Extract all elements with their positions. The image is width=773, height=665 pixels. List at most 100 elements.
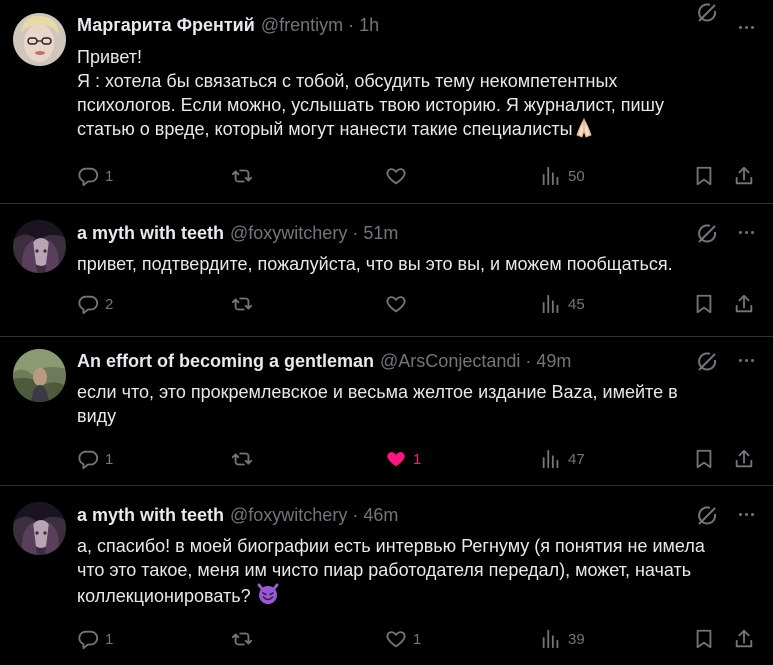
liked-heart-icon <box>387 452 405 467</box>
views-count: 50 <box>568 167 585 185</box>
folded-hands-emoji <box>573 117 595 145</box>
tweet[interactable]: a myth with teeth @foxywitchery · 51m пр… <box>0 204 773 337</box>
views-icon <box>542 294 559 314</box>
share-button[interactable] <box>733 626 755 652</box>
bookmark-icon <box>696 294 712 314</box>
tweet[interactable]: An effort of becoming a gentleman @ArsCo… <box>0 337 773 485</box>
tweet-line: что это такое, меня им чисто пиар работо… <box>77 560 692 580</box>
more-icon[interactable] <box>735 16 757 38</box>
share-button[interactable] <box>733 446 755 472</box>
more-icon[interactable] <box>735 503 757 525</box>
tweet-text: Привет! Я : хотела бы связаться с тобой,… <box>77 45 747 145</box>
timestamp[interactable]: 49m <box>536 351 571 372</box>
retweet-icon <box>231 452 253 466</box>
tweet-line: статью о вреде, который могут нанести та… <box>77 119 573 139</box>
tweet-line: виду <box>77 406 117 426</box>
share-icon <box>735 166 753 185</box>
reply-count: 1 <box>105 450 114 468</box>
tweet[interactable]: a myth with teeth @foxywitchery · 46m а,… <box>0 486 773 665</box>
bookmark-button[interactable] <box>693 163 715 189</box>
reply-icon <box>78 450 99 470</box>
timestamp[interactable]: 46m <box>363 505 398 526</box>
tweet-line: а, спасибо! в моей биографии есть интерв… <box>77 536 705 556</box>
reply-button[interactable]: 1 <box>77 626 113 652</box>
like-icon <box>386 296 406 313</box>
like-button[interactable] <box>385 163 413 189</box>
views-count: 45 <box>568 295 585 313</box>
like-count: 1 <box>413 630 422 648</box>
views-icon <box>542 629 559 649</box>
retweet-icon <box>231 297 253 311</box>
author-handle[interactable]: @frentiym <box>261 15 343 36</box>
views-icon <box>542 166 559 186</box>
author-handle[interactable]: @foxywitchery <box>230 223 347 244</box>
bookmark-button[interactable] <box>693 291 715 317</box>
tweet-text: а, спасибо! в моей биографии есть интерв… <box>77 534 747 612</box>
reply-count: 1 <box>105 630 114 648</box>
retweet-button[interactable] <box>231 626 259 652</box>
like-button[interactable]: 1 <box>385 446 421 472</box>
tweet-line: привет, подтвердите, пожалуйста, что вы … <box>77 254 673 274</box>
reply-button[interactable]: 2 <box>77 291 113 317</box>
avatar[interactable] <box>13 220 66 273</box>
timestamp[interactable]: 51m <box>363 223 398 244</box>
tweet-line: если что, это прокремлевское и весьма же… <box>77 382 678 402</box>
bookmark-button[interactable] <box>693 626 715 652</box>
like-icon <box>386 631 406 648</box>
reply-count: 1 <box>105 167 114 185</box>
like-button[interactable]: 1 <box>385 626 421 652</box>
author-name[interactable]: Маргарита Френтий <box>77 15 255 36</box>
avatar[interactable] <box>13 349 66 402</box>
more-icon[interactable] <box>735 221 757 243</box>
grok-icon[interactable] <box>696 351 718 373</box>
reply-icon <box>78 295 99 315</box>
tweet-line: психологов. Если можно, услышать твою ис… <box>77 95 664 115</box>
bookmark-icon <box>696 166 712 186</box>
author-name[interactable]: An effort of becoming a gentleman <box>77 351 374 372</box>
author-name[interactable]: a myth with teeth <box>77 505 224 526</box>
tweet-text: если что, это прокремлевское и весьма же… <box>77 380 747 428</box>
share-icon <box>735 629 753 648</box>
share-button[interactable] <box>733 163 755 189</box>
author-handle[interactable]: @foxywitchery <box>230 505 347 526</box>
grok-icon[interactable] <box>696 2 718 24</box>
grok-icon[interactable] <box>696 505 718 527</box>
timestamp[interactable]: 1h <box>359 15 379 36</box>
reply-icon <box>78 167 99 187</box>
retweet-icon <box>231 169 253 183</box>
tweet-line: Я : хотела бы связаться с тобой, обсудит… <box>77 71 618 91</box>
author-name[interactable]: a myth with teeth <box>77 223 224 244</box>
tweet-line: Привет! <box>77 47 143 67</box>
views-count: 47 <box>568 450 585 468</box>
tweet[interactable]: Маргарита Френтий @frentiym · 1h Привет!… <box>0 0 773 203</box>
bookmark-icon <box>696 449 712 469</box>
share-icon <box>735 449 753 468</box>
views-button[interactable]: 47 <box>540 446 585 472</box>
reply-count: 2 <box>105 295 114 313</box>
author-handle[interactable]: @ArsConjectandi <box>380 351 520 372</box>
views-icon <box>542 449 559 469</box>
share-button[interactable] <box>733 291 755 317</box>
reply-button[interactable]: 1 <box>77 163 113 189</box>
retweet-button[interactable] <box>231 446 259 472</box>
smiling-devil-emoji <box>256 582 280 612</box>
more-icon[interactable] <box>735 349 757 371</box>
retweet-icon <box>231 632 253 646</box>
retweet-button[interactable] <box>231 163 259 189</box>
views-count: 39 <box>568 630 585 648</box>
bookmark-button[interactable] <box>693 446 715 472</box>
views-button[interactable]: 45 <box>540 291 585 317</box>
reply-icon <box>78 630 99 650</box>
retweet-button[interactable] <box>231 291 259 317</box>
tweet-line: коллекционировать? <box>77 586 251 606</box>
avatar[interactable] <box>13 13 66 66</box>
avatar[interactable] <box>13 502 66 555</box>
views-button[interactable]: 50 <box>540 163 585 189</box>
like-button[interactable] <box>385 291 413 317</box>
tweet-text: привет, подтвердите, пожалуйста, что вы … <box>77 252 747 276</box>
views-button[interactable]: 39 <box>540 626 585 652</box>
reply-button[interactable]: 1 <box>77 446 113 472</box>
share-icon <box>735 294 753 313</box>
grok-icon[interactable] <box>696 223 718 245</box>
bookmark-icon <box>696 629 712 649</box>
